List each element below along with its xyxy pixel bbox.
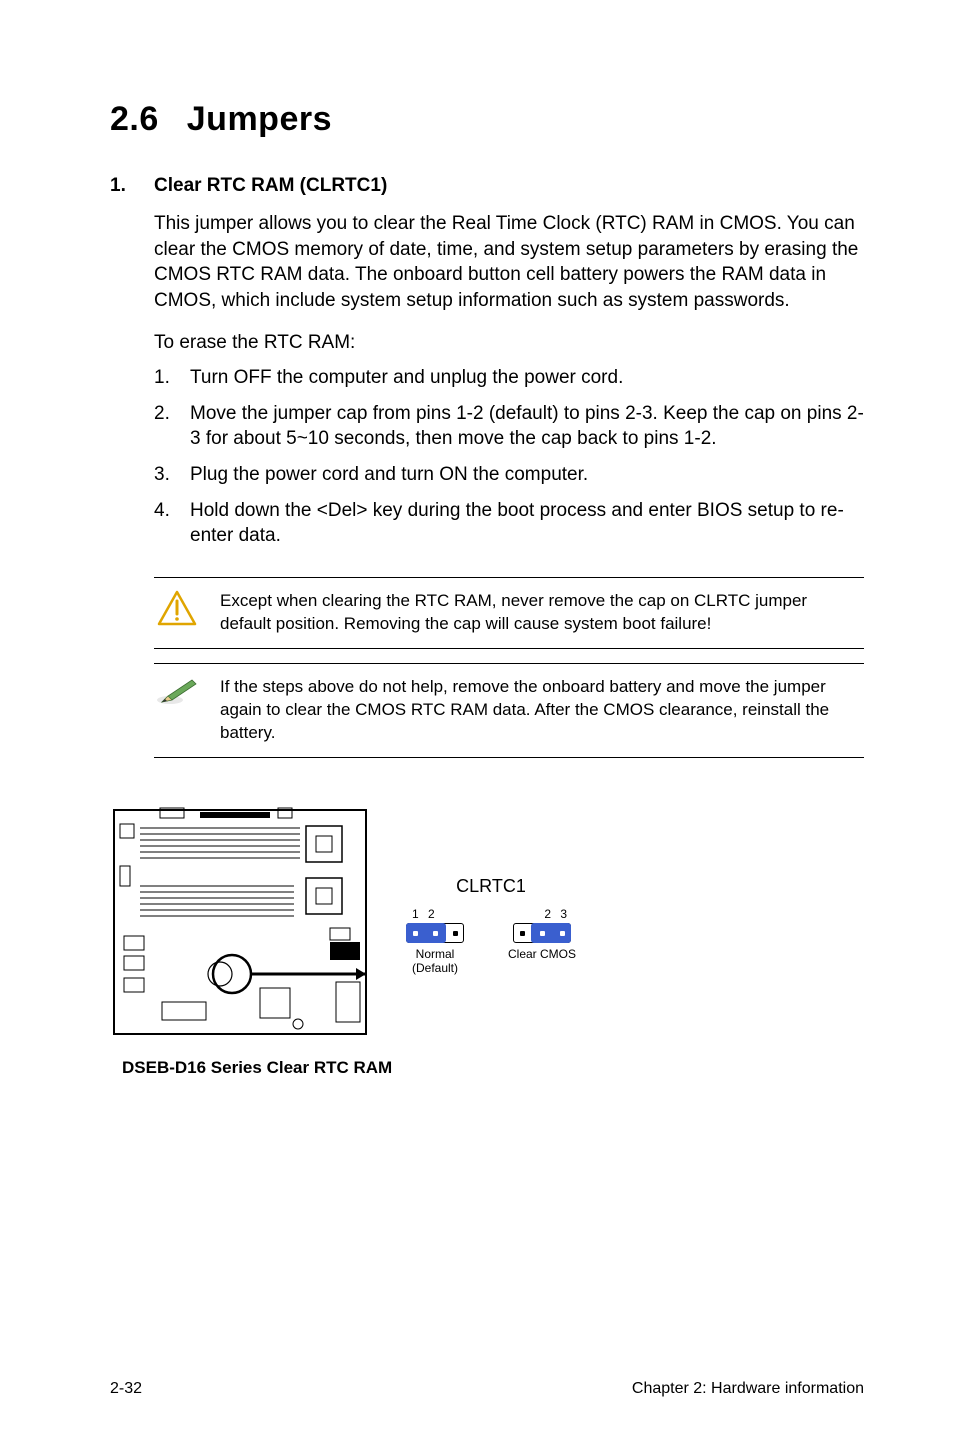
step-number: 4.	[154, 498, 190, 549]
step-text: Turn OFF the computer and unplug the pow…	[190, 365, 864, 391]
jumper-normal: 1 2 Normal (Default)	[406, 907, 464, 976]
list-item: 2. Move the jumper cap from pins 1-2 (de…	[154, 401, 864, 452]
jumper-body-normal	[406, 923, 464, 943]
heading-title: Jumpers	[187, 100, 332, 138]
warning-triangle-icon	[154, 590, 200, 626]
step-number: 3.	[154, 462, 190, 488]
pin-icon	[520, 931, 525, 936]
section-paragraph-1: This jumper allows you to clear the Real…	[154, 211, 864, 314]
pin-icon	[560, 931, 565, 936]
list-item: 1. Turn OFF the computer and unplug the …	[154, 365, 864, 391]
section-paragraph-2: To erase the RTC RAM:	[154, 330, 864, 356]
section-index: 1.	[110, 175, 154, 197]
pin-label-normal: 1 2	[406, 907, 438, 921]
warning-text: Except when clearing the RTC RAM, never …	[220, 590, 858, 636]
pin-icon	[453, 931, 458, 936]
jumper-normal-label: Normal (Default)	[412, 947, 458, 976]
jumper-cap	[406, 923, 446, 943]
footer-chapter: Chapter 2: Hardware information	[632, 1380, 864, 1398]
jumper-clear: 2 3 Clear CMOS	[508, 907, 576, 961]
heading-number: 2.6	[110, 100, 159, 139]
list-item: 4. Hold down the <Del> key during the bo…	[154, 498, 864, 549]
jumper-detail: CLRTC1 1 2 Normal (Default)	[406, 876, 576, 976]
page-heading: 2.6 Jumpers	[110, 100, 864, 139]
pin-icon	[433, 931, 438, 936]
pencil-icon	[154, 676, 200, 706]
label-line: (Default)	[412, 961, 458, 975]
info-note: If the steps above do not help, remove t…	[154, 663, 864, 758]
step-text: Hold down the <Del> key during the boot …	[190, 498, 864, 549]
pin-icon	[413, 931, 418, 936]
section-title: Clear RTC RAM (CLRTC1)	[154, 175, 387, 197]
jumper-clear-label: Clear CMOS	[508, 947, 576, 961]
figure-clear-rtc: CLRTC1 1 2 Normal (Default)	[110, 806, 864, 1046]
warning-note: Except when clearing the RTC RAM, never …	[154, 577, 864, 649]
label-line: Normal	[416, 947, 455, 961]
step-text: Plug the power cord and turn ON the comp…	[190, 462, 864, 488]
step-text: Move the jumper cap from pins 1-2 (defau…	[190, 401, 864, 452]
step-number: 2.	[154, 401, 190, 452]
jumper-header-label: CLRTC1	[456, 876, 526, 897]
jumper-cap	[531, 923, 571, 943]
page-footer: 2-32 Chapter 2: Hardware information	[110, 1360, 864, 1398]
step-number: 1.	[154, 365, 190, 391]
info-text: If the steps above do not help, remove t…	[220, 676, 858, 745]
motherboard-diagram	[110, 806, 370, 1046]
footer-page-number: 2-32	[110, 1380, 142, 1398]
pin-label-clear: 2 3	[544, 907, 576, 921]
pin-icon	[540, 931, 545, 936]
jumper-body-clear	[513, 923, 571, 943]
list-item: 3. Plug the power cord and turn ON the c…	[154, 462, 864, 488]
section-1-header: 1. Clear RTC RAM (CLRTC1)	[110, 175, 864, 197]
figure-caption: DSEB-D16 Series Clear RTC RAM	[122, 1058, 864, 1078]
ordered-steps: 1. Turn OFF the computer and unplug the …	[154, 365, 864, 559]
